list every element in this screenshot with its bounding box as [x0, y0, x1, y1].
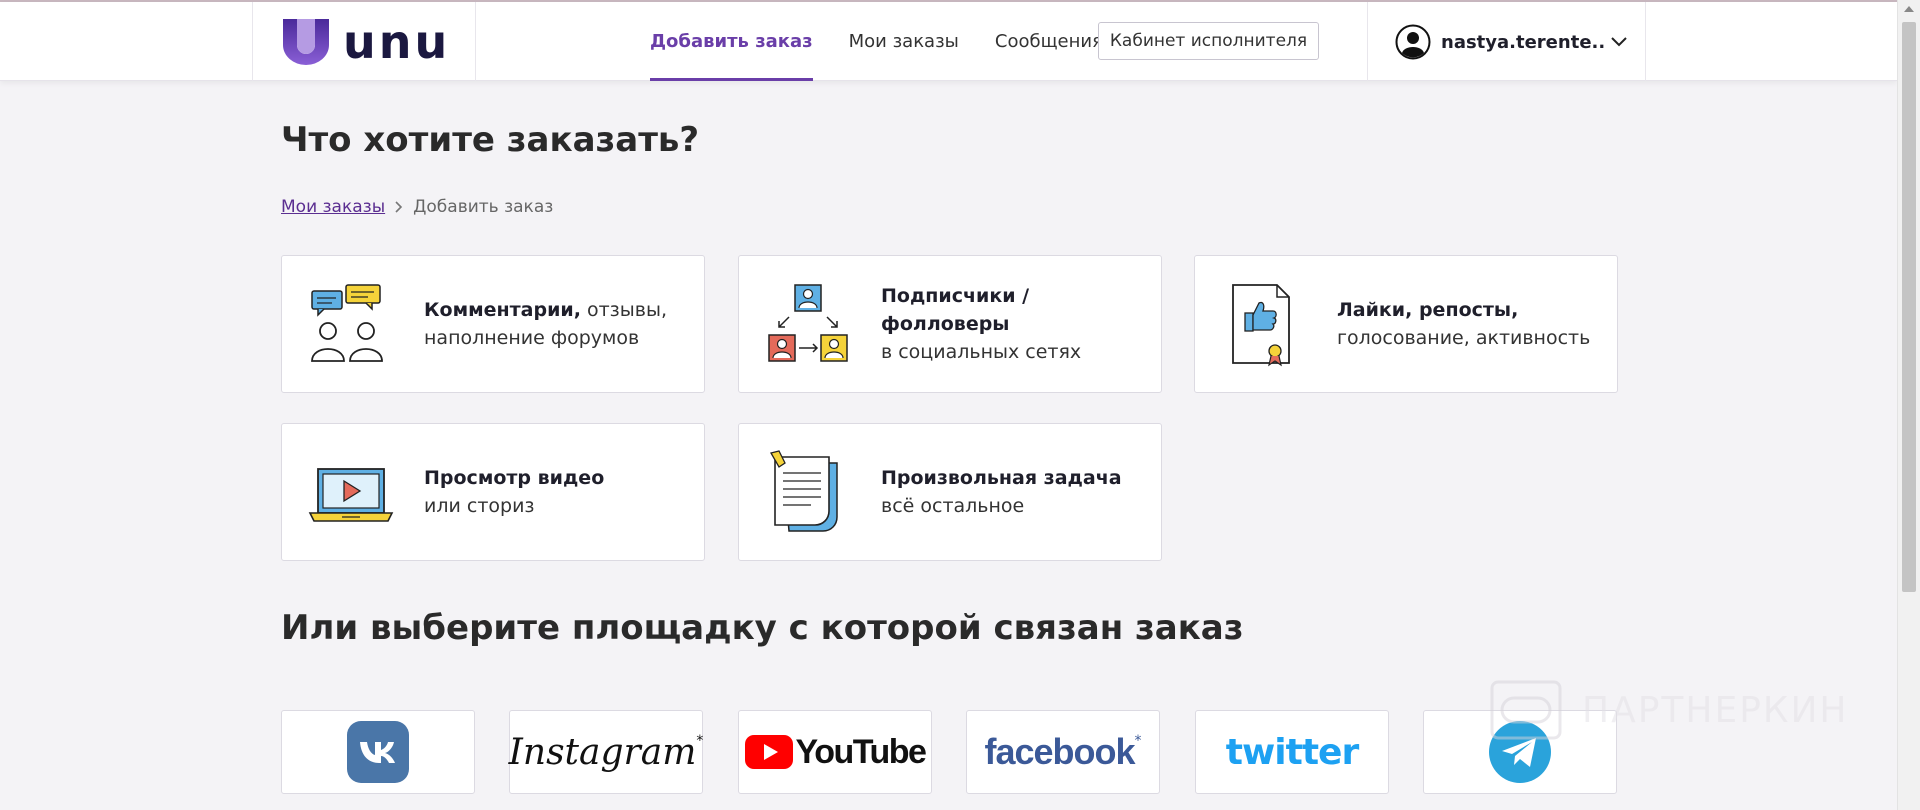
vk-logo-icon — [347, 721, 409, 783]
category-card-video[interactable]: Просмотр видео или сториз — [281, 423, 705, 561]
breadcrumb: Мои заказы Добавить заказ — [281, 197, 553, 217]
watermark-logo-icon — [1490, 680, 1562, 740]
chevron-right-icon — [395, 201, 403, 213]
platform-facebook[interactable]: facebook * — [966, 710, 1160, 794]
card-subtitle: или сториз — [424, 495, 535, 517]
platform-vk[interactable] — [281, 710, 475, 794]
card-title: Подписчики / фолловеры — [881, 285, 1030, 335]
logo-shield-icon — [283, 19, 329, 65]
category-card-custom[interactable]: Произвольная задача всё остальное — [738, 423, 1162, 561]
category-card-followers[interactable]: Подписчики / фолловеры в социальных сетя… — [738, 255, 1162, 393]
card-title: Комментарии, — [424, 299, 581, 321]
nav-add-order[interactable]: Добавить заказ — [650, 2, 813, 81]
asterisk-mark: * — [696, 733, 704, 749]
card-title: Лайки, репосты, — [1337, 299, 1519, 321]
card-subtitle: наполнение форумов — [424, 327, 640, 349]
card-title: Просмотр видео — [424, 467, 605, 489]
chevron-down-icon — [1611, 37, 1627, 47]
video-icon — [308, 468, 394, 522]
user-avatar-icon — [1395, 24, 1431, 60]
twitter-logo: twitter — [1225, 731, 1359, 773]
youtube-play-icon — [744, 735, 793, 769]
page-title: Что хотите заказать? — [281, 120, 700, 160]
logo[interactable]: unu — [283, 18, 453, 66]
user-name: nastya.terente.. — [1441, 31, 1606, 53]
main-nav: Добавить заказ Мои заказы Сообщения — [650, 2, 1139, 81]
platforms-title: Или выберите площадку с которой связан з… — [281, 608, 1244, 648]
instagram-logo: Instagram — [508, 731, 697, 773]
user-menu[interactable]: nastya.terente.. — [1395, 24, 1627, 60]
header-separator — [1645, 2, 1646, 81]
card-subtitle: голосование, активность — [1337, 327, 1591, 349]
nav-messages[interactable]: Сообщения — [995, 2, 1103, 81]
breadcrumb-current: Добавить заказ — [413, 197, 554, 217]
asterisk-mark: * — [1134, 733, 1142, 749]
card-title: Произвольная задача — [881, 467, 1122, 489]
followers-icon — [768, 284, 848, 362]
scrollbar-thumb[interactable] — [1902, 22, 1916, 592]
header-separator — [475, 2, 476, 81]
likes-icon — [1232, 284, 1290, 367]
logo-text: unu — [343, 15, 451, 69]
document-icon — [770, 450, 838, 532]
card-title-rest: отзывы, — [580, 299, 668, 321]
card-subtitle: в социальных сетях — [881, 341, 1082, 363]
header-separator — [252, 2, 253, 81]
card-subtitle: всё остальное — [881, 495, 1025, 517]
scroll-up-arrow-icon[interactable] — [1904, 6, 1914, 12]
header: unu Добавить заказ Мои заказы Сообщения … — [0, 2, 1897, 81]
platform-twitter[interactable]: twitter — [1195, 710, 1389, 794]
performer-cabinet-button[interactable]: Кабинет исполнителя — [1098, 22, 1319, 60]
breadcrumb-my-orders-link[interactable]: Мои заказы — [281, 197, 385, 217]
watermark-text: ПАРТНЕРКИН — [1582, 689, 1849, 731]
category-card-likes[interactable]: Лайки, репосты, голосование, активность — [1194, 255, 1618, 393]
nav-my-orders[interactable]: Мои заказы — [849, 2, 959, 81]
vertical-scrollbar[interactable] — [1897, 0, 1920, 810]
comments-icon — [311, 284, 383, 362]
watermark: ПАРТНЕРКИН — [1490, 680, 1848, 740]
facebook-logo: facebook — [984, 731, 1135, 772]
youtube-logo: YouTube — [795, 732, 927, 771]
platform-instagram[interactable]: Instagram * — [509, 710, 703, 794]
platform-youtube[interactable]: YouTube — [738, 710, 932, 794]
category-card-comments[interactable]: Комментарии, отзывы, наполнение форумов — [281, 255, 705, 393]
header-separator — [1367, 2, 1368, 81]
